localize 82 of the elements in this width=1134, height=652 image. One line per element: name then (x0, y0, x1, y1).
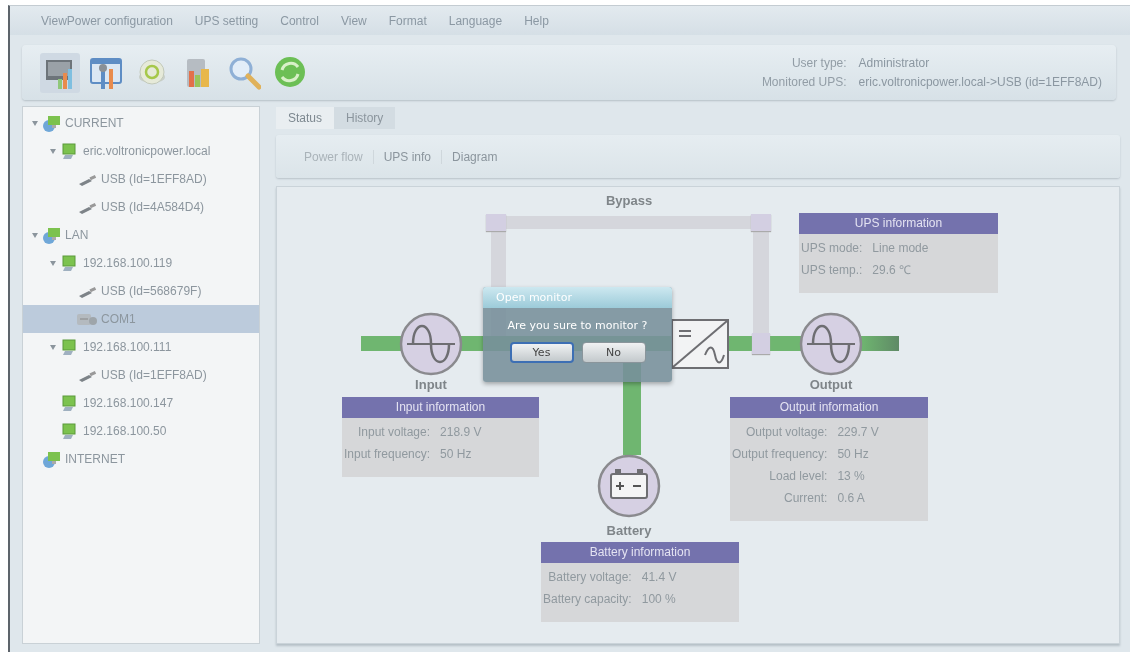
info-label: Output frequency: (732, 446, 828, 463)
tree-item[interactable]: USB (Id=1EFF8AD) (23, 165, 259, 193)
info-label: Output voltage: (745, 424, 828, 441)
tree-item[interactable]: 192.168.100.111 (23, 333, 259, 361)
dialog-button[interactable]: No (581, 342, 646, 363)
tree-item[interactable]: USB (Id=568679F) (23, 277, 259, 305)
tree-item[interactable]: 192.168.100.119 (23, 249, 259, 277)
info-value: 13 % (837, 468, 866, 485)
view-link[interactable]: UPS info (373, 149, 443, 164)
network-icon (41, 450, 61, 468)
info-value: 218.9 V (440, 424, 483, 441)
info-label: Current: (783, 490, 828, 507)
info-label: Battery voltage: (547, 569, 632, 586)
network-icon (41, 114, 61, 132)
info-value: 29.6 ℃ (872, 262, 913, 279)
menu-item[interactable]: Help (513, 13, 560, 28)
view-link[interactable]: Diagram (442, 149, 508, 164)
junction-block (752, 333, 770, 354)
tree-item[interactable]: USB (Id=1EFF8AD) (23, 361, 259, 389)
info-label: UPS temp.: (801, 262, 863, 279)
info-label: Monitored UPS: (761, 75, 847, 89)
expand-arrow-icon[interactable] (32, 232, 38, 238)
component-label: Output (809, 377, 853, 392)
expand-arrow-icon[interactable] (32, 120, 38, 126)
info-label: Battery capacity: (543, 591, 632, 608)
toolbar-button[interactable] (40, 52, 80, 93)
expand-arrow-icon[interactable] (50, 260, 56, 266)
info-value: 0.6 A (837, 490, 866, 507)
tree-item[interactable]: 192.168.100.50 (23, 417, 259, 445)
info-card-title: Input information (342, 397, 539, 418)
tree-item[interactable]: CURRENT (23, 109, 259, 137)
info-value: Administrator (858, 56, 931, 70)
info-value: 50 Hz (837, 446, 870, 463)
sine-wave-icon (799, 312, 863, 376)
info-label: Input voltage: (357, 424, 431, 441)
menu-item[interactable]: Format (377, 13, 438, 28)
component-label: Battery (606, 523, 652, 538)
sine-wave-icon (399, 312, 463, 376)
tree-item[interactable]: USB (Id=4A584D4) (23, 193, 259, 221)
computer-icon (59, 422, 79, 440)
computer-icon (59, 338, 79, 356)
dialog-title: Open monitor (483, 287, 672, 308)
dialog-message: Are you sure to monitor ? (506, 319, 649, 332)
serial-port-icon (77, 313, 97, 325)
info-label: Input frequency: (344, 446, 431, 463)
computer-icon (59, 394, 79, 412)
dc-ac-converter-icon (671, 319, 729, 369)
expand-arrow-icon[interactable] (50, 148, 56, 154)
info-label: Load level: (768, 468, 828, 485)
tree-item[interactable]: eric.voltronicpower.local (23, 137, 259, 165)
tree-item[interactable]: INTERNET (23, 445, 259, 473)
battery-icon (597, 454, 661, 518)
info-card-title: Output information (730, 397, 928, 418)
junction-block (486, 214, 506, 231)
info-card-title: UPS information (799, 213, 998, 234)
computer-icon (59, 254, 79, 272)
tab[interactable]: Status (276, 107, 335, 129)
junction-block (751, 214, 771, 231)
dialog-button[interactable]: Yes (509, 342, 574, 363)
menu-item[interactable]: UPS setting (183, 13, 270, 28)
menu-item[interactable]: ViewPower configuration (30, 13, 184, 28)
tree-item[interactable]: COM1 (23, 305, 259, 333)
info-value: 100 % (641, 591, 677, 608)
component-label: Input (415, 377, 447, 392)
menu-item[interactable]: Control (269, 13, 330, 28)
info-value: 41.4 V (641, 569, 678, 586)
menu-item[interactable]: View (329, 13, 378, 28)
component-label: Bypass (605, 193, 653, 208)
network-icon (41, 226, 61, 244)
info-value: Line mode (872, 240, 930, 257)
expand-arrow-icon[interactable] (50, 344, 56, 350)
info-label: User type: (790, 56, 847, 70)
info-label: UPS mode: (801, 240, 863, 257)
info-value: 50 Hz (440, 446, 473, 463)
computer-icon (59, 142, 79, 160)
tab[interactable]: History (334, 107, 396, 129)
menu-item[interactable]: Language (437, 13, 514, 28)
info-value: eric.voltronicpower.local->USB (id=1EFF8AD) (858, 75, 1102, 89)
info-value: 229.7 V (837, 424, 880, 441)
tree-item[interactable]: LAN (23, 221, 259, 249)
tree-item[interactable]: 192.168.100.147 (23, 389, 259, 417)
info-card-title: Battery information (541, 542, 739, 563)
